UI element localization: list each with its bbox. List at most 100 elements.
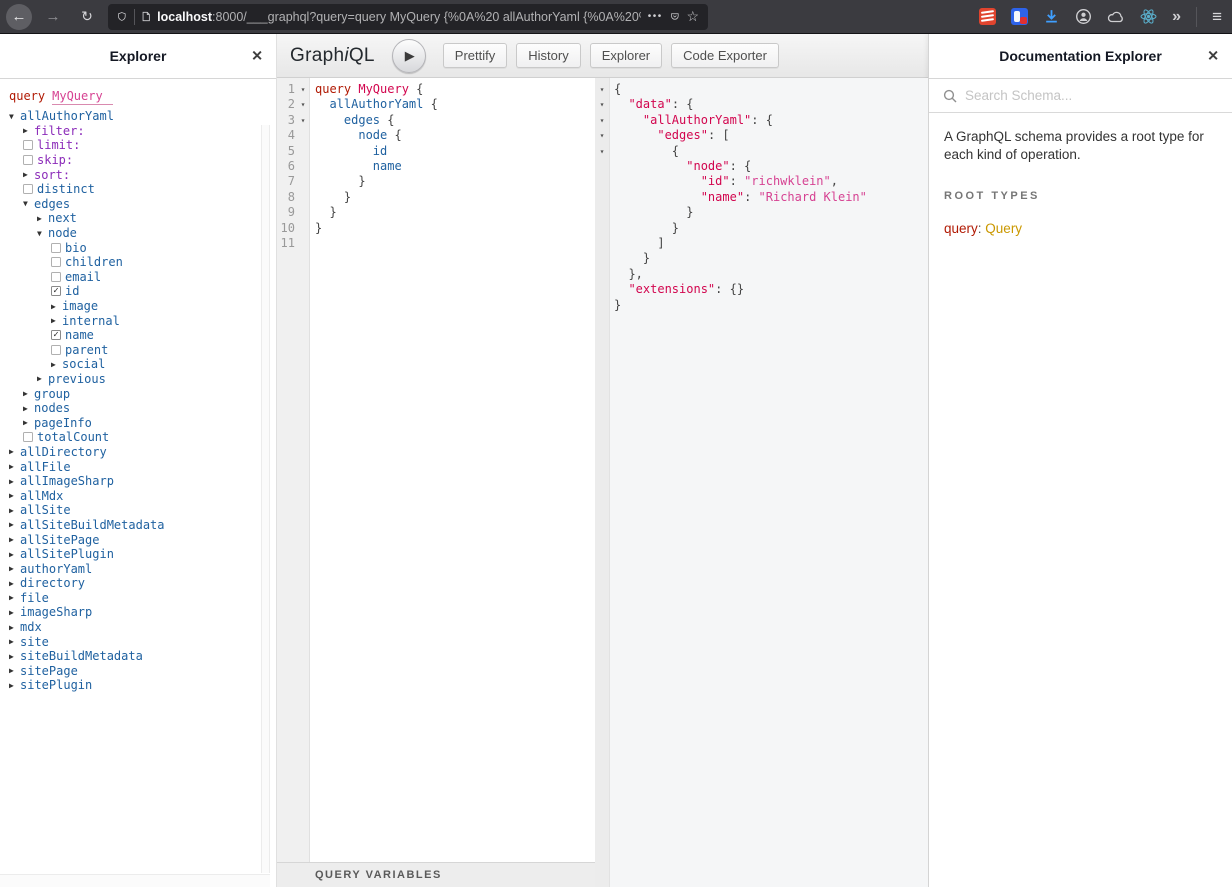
pocket-icon[interactable] <box>670 9 680 24</box>
fold-arrow-icon[interactable]: ▾ <box>595 144 609 159</box>
expand-icon[interactable]: ▶ <box>37 214 48 223</box>
checkbox-checked[interactable]: ✓ <box>51 330 61 340</box>
checkbox-unchecked[interactable] <box>51 272 61 282</box>
fold-arrow-icon[interactable]: ▾ <box>595 97 609 112</box>
tree-row-totalCount[interactable]: totalCount <box>9 430 276 445</box>
tree-row-previous[interactable]: ▶previous <box>9 372 276 387</box>
tree-row-allSiteBuildMetadata[interactable]: ▶allSiteBuildMetadata <box>9 518 276 533</box>
tree-row-sitePlugin[interactable]: ▶sitePlugin <box>9 678 276 693</box>
query-editor[interactable]: 1▾query MyQuery {2▾ allAuthorYaml {3▾ ed… <box>277 78 595 862</box>
explorer-close-icon[interactable]: ✕ <box>251 48 263 65</box>
expand-icon[interactable]: ▶ <box>9 564 20 573</box>
collapse-icon[interactable]: ▼ <box>23 199 34 208</box>
expand-icon[interactable]: ▶ <box>51 302 62 311</box>
account-icon[interactable] <box>1075 8 1092 25</box>
tree-row-mdx[interactable]: ▶mdx <box>9 620 276 635</box>
expand-icon[interactable]: ▶ <box>51 360 62 369</box>
history-button[interactable]: History <box>516 43 580 68</box>
search-schema-input[interactable] <box>965 88 1218 103</box>
tree-row-imageSharp[interactable]: ▶imageSharp <box>9 605 276 620</box>
tree-row-directory[interactable]: ▶directory <box>9 576 276 591</box>
todoist-extension-icon[interactable] <box>979 8 996 25</box>
checkbox-checked[interactable]: ✓ <box>51 286 61 296</box>
tree-row-image[interactable]: ▶image <box>9 299 276 314</box>
expand-icon[interactable]: ▶ <box>9 506 20 515</box>
tree-row-file[interactable]: ▶file <box>9 591 276 606</box>
expand-icon[interactable]: ▶ <box>9 477 20 486</box>
tree-row-sort[interactable]: ▶sort: <box>9 167 276 182</box>
checkbox-unchecked[interactable] <box>51 345 61 355</box>
expand-icon[interactable]: ▶ <box>23 404 34 413</box>
expand-icon[interactable]: ▶ <box>37 374 48 383</box>
tree-row-allFile[interactable]: ▶allFile <box>9 459 276 474</box>
expand-icon[interactable]: ▶ <box>9 491 20 500</box>
fold-arrow-icon[interactable]: ▾ <box>595 113 609 128</box>
tree-row-social[interactable]: ▶social <box>9 357 276 372</box>
expand-icon[interactable]: ▶ <box>23 389 34 398</box>
checkbox-unchecked[interactable] <box>51 257 61 267</box>
tree-row-name[interactable]: ✓name <box>9 328 276 343</box>
expand-icon[interactable]: ▶ <box>9 593 20 602</box>
doc-explorer-close-icon[interactable]: ✕ <box>1207 48 1219 65</box>
tree-row-allMdx[interactable]: ▶allMdx <box>9 488 276 503</box>
page-actions-icon[interactable]: ••• <box>648 11 663 22</box>
bookmark-star-icon[interactable]: ☆ <box>686 8 699 25</box>
password-manager-extension-icon[interactable] <box>1011 8 1028 25</box>
expand-icon[interactable]: ▶ <box>9 535 20 544</box>
tree-row-allImageSharp[interactable]: ▶allImageSharp <box>9 474 276 489</box>
expand-icon[interactable]: ▶ <box>9 462 20 471</box>
tree-row-next[interactable]: ▶next <box>9 211 276 226</box>
cloud-sync-icon[interactable] <box>1107 9 1125 24</box>
operation-name-input[interactable]: MyQuery <box>52 88 113 105</box>
expand-icon[interactable]: ▶ <box>9 623 20 632</box>
tree-row-pageInfo[interactable]: ▶pageInfo <box>9 415 276 430</box>
collapse-icon[interactable]: ▼ <box>9 112 20 121</box>
prettify-button[interactable]: Prettify <box>443 43 507 68</box>
fold-arrow-icon[interactable]: ▾ <box>297 82 309 97</box>
checkbox-unchecked[interactable] <box>23 432 33 442</box>
explorer-horizontal-scrollbar[interactable] <box>0 874 270 887</box>
tree-row-edges[interactable]: ▼edges <box>9 197 276 212</box>
tree-row-node[interactable]: ▼node <box>9 226 276 241</box>
tree-row-site[interactable]: ▶site <box>9 634 276 649</box>
expand-icon[interactable]: ▶ <box>9 579 20 588</box>
expand-icon[interactable]: ▶ <box>9 637 20 646</box>
fold-arrow-icon[interactable]: ▾ <box>595 82 609 97</box>
reload-button[interactable]: ↻ <box>74 4 100 30</box>
fold-arrow-icon[interactable]: ▾ <box>595 128 609 143</box>
tree-row-filter[interactable]: ▶filter: <box>9 124 276 139</box>
url-bar[interactable]: localhost:8000/___graphql?query=query My… <box>108 4 708 30</box>
result-viewer[interactable]: ▾{▾ "data": {▾ "allAuthorYaml": {▾ "edge… <box>595 78 928 887</box>
tree-row-allAuthorYaml[interactable]: ▼allAuthorYaml <box>9 109 276 124</box>
tree-row-nodes[interactable]: ▶nodes <box>9 401 276 416</box>
expand-icon[interactable]: ▶ <box>23 126 34 135</box>
explorer-tree[interactable]: query MyQuery ▼allAuthorYaml▶filter:limi… <box>0 79 276 887</box>
tree-row-allDirectory[interactable]: ▶allDirectory <box>9 445 276 460</box>
tree-row-sitePage[interactable]: ▶sitePage <box>9 664 276 679</box>
checkbox-unchecked[interactable] <box>51 243 61 253</box>
tree-row-skip[interactable]: skip: <box>9 153 276 168</box>
fold-arrow-icon[interactable]: ▾ <box>297 97 309 112</box>
tree-row-allSitePlugin[interactable]: ▶allSitePlugin <box>9 547 276 562</box>
tree-row-bio[interactable]: bio <box>9 240 276 255</box>
checkbox-unchecked[interactable] <box>23 184 33 194</box>
collapse-icon[interactable]: ▼ <box>37 229 48 238</box>
expand-icon[interactable]: ▶ <box>9 520 20 529</box>
tree-row-internal[interactable]: ▶internal <box>9 313 276 328</box>
tree-row-allSite[interactable]: ▶allSite <box>9 503 276 518</box>
root-type-link[interactable]: Query <box>985 221 1022 236</box>
expand-icon[interactable]: ▶ <box>9 608 20 617</box>
overflow-chevron-icon[interactable]: » <box>1172 8 1181 26</box>
tree-row-distinct[interactable]: distinct <box>9 182 276 197</box>
url-text[interactable]: localhost:8000/___graphql?query=query My… <box>157 10 641 24</box>
react-devtools-icon[interactable] <box>1140 8 1157 25</box>
expand-icon[interactable]: ▶ <box>9 652 20 661</box>
tracking-protection-shield-icon[interactable] <box>117 9 127 24</box>
query-variables-bar[interactable]: QUERY VARIABLES <box>277 862 595 887</box>
checkbox-unchecked[interactable] <box>23 155 33 165</box>
back-button[interactable]: ← <box>6 4 32 30</box>
expand-icon[interactable]: ▶ <box>9 550 20 559</box>
menu-icon[interactable]: ≡ <box>1212 8 1222 25</box>
tree-row-id[interactable]: ✓id <box>9 284 276 299</box>
explorer-toggle-button[interactable]: Explorer <box>590 43 662 68</box>
